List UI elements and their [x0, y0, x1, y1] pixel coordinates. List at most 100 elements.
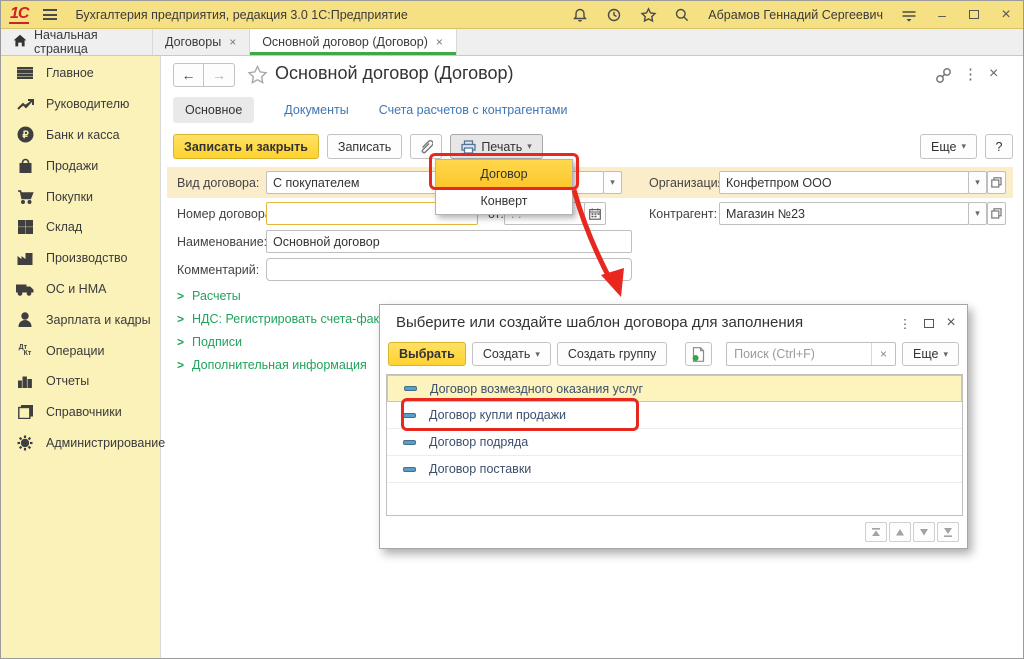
- vid-dropdown-button[interactable]: ▾: [603, 171, 622, 194]
- forward-button[interactable]: →: [204, 63, 235, 87]
- go-last-button[interactable]: [937, 522, 959, 542]
- person-icon: [15, 310, 35, 330]
- menu-item-konvert[interactable]: Конверт: [436, 187, 572, 214]
- create-button[interactable]: Создать▾: [472, 342, 551, 366]
- sidebar-item-pokupki[interactable]: Покупки: [1, 181, 160, 212]
- close-form-icon[interactable]: ×: [989, 65, 998, 83]
- list-item-podryada[interactable]: Договор подряда: [387, 429, 962, 456]
- search-icon[interactable]: [670, 4, 694, 26]
- notifications-bell-icon[interactable]: [568, 4, 592, 26]
- list-item-postavki[interactable]: Договор поставки: [387, 456, 962, 483]
- tab-dokumenty[interactable]: Документы: [284, 103, 348, 117]
- print-dropdown-menu: Договор Конверт: [435, 159, 573, 215]
- service-settings-icon[interactable]: [897, 4, 921, 26]
- close-window-button[interactable]: ×: [995, 4, 1017, 26]
- sidebar-item-os-nma[interactable]: ОС и НМА: [1, 274, 160, 305]
- contragent-field[interactable]: Магазин №23: [719, 202, 969, 225]
- list-item-vozmezdnogo[interactable]: Договор возмездного оказания услуг: [387, 375, 962, 402]
- sidebar-item-sklad[interactable]: Склад: [1, 212, 160, 243]
- dialog-search-input[interactable]: [727, 347, 871, 361]
- 1c-logo-icon[interactable]: 1С: [9, 6, 29, 24]
- kommentariy-input[interactable]: [266, 258, 632, 281]
- help-button[interactable]: ?: [985, 134, 1013, 159]
- dialog-more-button[interactable]: Еще▾: [902, 342, 959, 366]
- section-raschety[interactable]: >Расчеты: [177, 289, 241, 303]
- attachment-button[interactable]: [410, 134, 442, 159]
- dialog-close-icon[interactable]: ×: [941, 314, 961, 332]
- calendar-icon: [589, 208, 601, 220]
- dash-icon: [403, 440, 416, 445]
- ruble-coin-icon: ₽: [15, 125, 35, 145]
- go-first-button[interactable]: [865, 522, 887, 542]
- chevron-down-icon: ▾: [943, 349, 948, 360]
- more-button[interactable]: Еще▾: [920, 134, 977, 159]
- tab-osnovnoe[interactable]: Основное: [173, 97, 254, 123]
- sidebar-item-proizvodstvo[interactable]: Производство: [1, 243, 160, 274]
- load-template-button[interactable]: [685, 342, 712, 366]
- sidebar-item-spravochniki[interactable]: Справочники: [1, 397, 160, 428]
- go-up-button[interactable]: [889, 522, 911, 542]
- chevron-right-icon: >: [177, 289, 184, 303]
- sidebar-item-otchety[interactable]: Отчеты: [1, 366, 160, 397]
- books-icon: [15, 402, 35, 422]
- paperclip-icon: [419, 139, 433, 154]
- maximize-button[interactable]: [963, 4, 985, 26]
- section-podpisi[interactable]: >Подписи: [177, 335, 242, 349]
- clear-search-icon[interactable]: ×: [871, 343, 895, 365]
- chevron-down-icon: ▾: [535, 349, 540, 360]
- sidebar-item-prodazhi[interactable]: Продажи: [1, 150, 160, 181]
- tab-osnovnoy-dogovor[interactable]: Основной договор (Договор) ×: [250, 29, 457, 55]
- tab-dogovory[interactable]: Договоры ×: [153, 29, 250, 55]
- sidebar-item-administrirovanie[interactable]: Администрирование: [1, 428, 160, 459]
- go-down-button[interactable]: [913, 522, 935, 542]
- home-icon: [13, 34, 27, 50]
- contragent-open-button[interactable]: [987, 202, 1006, 225]
- titlebar: 1С Бухгалтерия предприятия, редакция 3.0…: [1, 1, 1024, 29]
- name-input[interactable]: [273, 235, 625, 249]
- save-close-button[interactable]: Записать и закрыть: [173, 134, 319, 159]
- dialog-more-dots-icon[interactable]: ⋮: [895, 314, 915, 332]
- save-button[interactable]: Записать: [327, 134, 402, 159]
- more-dots-icon[interactable]: ⋮: [963, 65, 978, 83]
- sidebar-item-label: Банк и касса: [46, 128, 120, 142]
- naimenovanie-input[interactable]: [266, 230, 632, 253]
- sidebar-item-operacii[interactable]: ДтКт Операции: [1, 335, 160, 366]
- link-icon[interactable]: [935, 67, 952, 87]
- sidebar-item-glavnoe[interactable]: Главное: [1, 58, 160, 89]
- gear-icon: [15, 433, 35, 453]
- organization-open-button[interactable]: [987, 171, 1006, 194]
- sidebar-item-zarplata-kadry[interactable]: Зарплата и кадры: [1, 304, 160, 335]
- contragent-dropdown-button[interactable]: ▾: [968, 202, 987, 225]
- sidebar-item-bank-kassa[interactable]: ₽ Банк и касса: [1, 120, 160, 151]
- list-item-kupli-prodazhi[interactable]: Договор купли продажи: [387, 402, 962, 429]
- history-icon[interactable]: [602, 4, 626, 26]
- sidebar-item-rukovoditelyu[interactable]: Руководителю: [1, 89, 160, 120]
- tab-home[interactable]: Начальная страница: [1, 29, 153, 55]
- section-nds[interactable]: >НДС: Регистрировать счета-факту: [177, 312, 391, 326]
- organization-field[interactable]: Конфетпром ООО: [719, 171, 969, 194]
- current-user[interactable]: Абрамов Геннадий Сергеевич: [708, 8, 883, 22]
- create-group-button[interactable]: Создать группу: [557, 342, 667, 366]
- close-tab-icon[interactable]: ×: [435, 35, 444, 49]
- favorites-star-icon[interactable]: [636, 4, 660, 26]
- section-dop-informaciya[interactable]: >Дополнительная информация: [177, 358, 367, 372]
- chevron-right-icon: >: [177, 312, 184, 326]
- calendar-button[interactable]: [584, 202, 606, 225]
- select-button[interactable]: Выбрать: [388, 342, 466, 366]
- main-menu-icon[interactable]: [39, 7, 61, 22]
- comment-input[interactable]: [273, 263, 625, 277]
- organization-dropdown-button[interactable]: ▾: [968, 171, 987, 194]
- open-windows-tabbar: Начальная страница Договоры × Основной д…: [1, 29, 1024, 56]
- minimize-button[interactable]: –: [931, 4, 953, 26]
- cart-icon: [15, 187, 35, 207]
- truck-icon: [15, 279, 35, 299]
- back-button[interactable]: ←: [173, 63, 204, 87]
- tab-scheta-raschetov[interactable]: Счета расчетов с контрагентами: [379, 103, 568, 117]
- close-tab-icon[interactable]: ×: [228, 35, 237, 49]
- favorite-star-icon[interactable]: [247, 65, 268, 88]
- print-button[interactable]: Печать ▾: [450, 134, 542, 159]
- menu-item-dogovor[interactable]: Договор: [436, 160, 572, 187]
- dialog-maximize-icon[interactable]: [919, 314, 939, 332]
- menu-lines-icon: [15, 63, 35, 83]
- dialog-title: Выберите или создайте шаблон договора дл…: [396, 314, 803, 331]
